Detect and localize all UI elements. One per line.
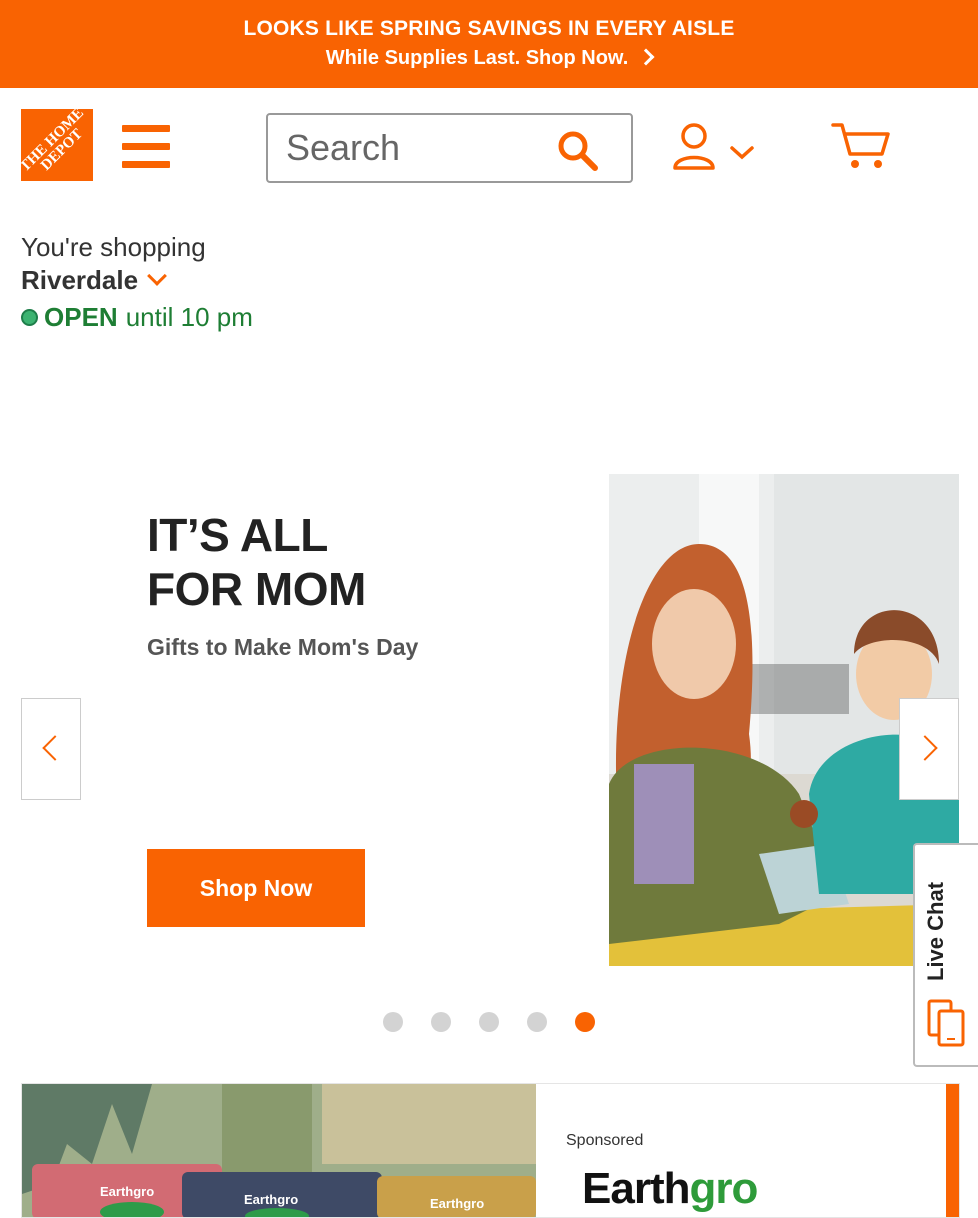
chevron-left-icon [42, 735, 68, 761]
hero-subtitle: Gifts to Make Mom's Day [147, 634, 419, 660]
carousel-dots [383, 1012, 623, 1032]
brand-part1: Earth [582, 1164, 690, 1213]
bag-label: Earthgro [100, 1184, 154, 1199]
store-name: Riverdale [21, 265, 139, 295]
search-icon[interactable] [556, 129, 600, 173]
search-bar [266, 113, 633, 183]
bag-label: Earthgro [244, 1192, 298, 1207]
store-status: OPEN until 10 pm [21, 302, 253, 333]
sponsored-ad[interactable]: Earthgro Earthgro Earthgro Sponsored Ear… [21, 1083, 960, 1218]
hero-carousel: IT’S ALL FOR MOM Gifts to Make Mom's Day… [0, 392, 978, 1052]
live-chat-label: Live Chat [923, 881, 948, 981]
carousel-dot-3[interactable] [479, 1012, 499, 1032]
search-input[interactable] [286, 125, 546, 171]
site-header: THE HOME DEPOT [0, 88, 978, 206]
chat-devices-icon [927, 999, 965, 1047]
store-info: You're shopping Riverdale OPEN until 10 … [0, 206, 978, 392]
status-open: OPEN [44, 302, 118, 332]
user-account-icon[interactable] [670, 122, 762, 172]
chevron-right-icon [637, 48, 655, 66]
home-depot-logo[interactable]: THE HOME DEPOT [21, 109, 93, 181]
chevron-right-icon [912, 735, 938, 761]
sponsored-label: Sponsored [566, 1132, 644, 1149]
sponsored-text: Sponsored Earthgro [536, 1084, 946, 1217]
carousel-dot-4[interactable] [527, 1012, 547, 1032]
shopping-label: You're shopping [21, 232, 206, 262]
status-hours: until 10 pm [125, 302, 253, 332]
carousel-dot-5[interactable] [575, 1012, 595, 1032]
shop-now-button[interactable]: Shop Now [147, 849, 365, 927]
chevron-down-icon [147, 265, 167, 286]
status-dot-icon [21, 309, 38, 326]
promo-banner[interactable]: LOOKS LIKE SPRING SAVINGS IN EVERY AISLE… [0, 0, 978, 88]
hero-title-line2: FOR MOM [147, 563, 366, 615]
accent-bar [946, 1084, 959, 1217]
carousel-prev-button[interactable] [21, 698, 81, 800]
promo-headline: LOOKS LIKE SPRING SAVINGS IN EVERY AISLE [243, 17, 735, 40]
bag-label: Earthgro [430, 1196, 484, 1211]
hamburger-menu-icon[interactable] [122, 125, 170, 169]
hero-title-line1: IT’S ALL [147, 509, 328, 561]
logo-text: THE HOME DEPOT [21, 109, 88, 176]
carousel-dot-1[interactable] [383, 1012, 403, 1032]
earthgro-bags-photo: Earthgro Earthgro Earthgro [22, 1084, 536, 1217]
brand-logo: Earthgro [582, 1164, 758, 1214]
promo-subline-text: While Supplies Last. Shop Now. [325, 47, 629, 69]
sponsored-image: Earthgro Earthgro Earthgro [22, 1084, 536, 1217]
brand-part2: gro [689, 1164, 758, 1213]
promo-subline[interactable]: While Supplies Last. Shop Now. [0, 47, 978, 70]
live-chat-button[interactable]: Live Chat [913, 843, 978, 1067]
carousel-next-button[interactable] [899, 698, 959, 800]
hero-title: IT’S ALL FOR MOM [147, 508, 547, 616]
store-selector[interactable]: Riverdale [21, 265, 167, 296]
cart-icon[interactable] [830, 120, 892, 172]
carousel-dot-2[interactable] [431, 1012, 451, 1032]
